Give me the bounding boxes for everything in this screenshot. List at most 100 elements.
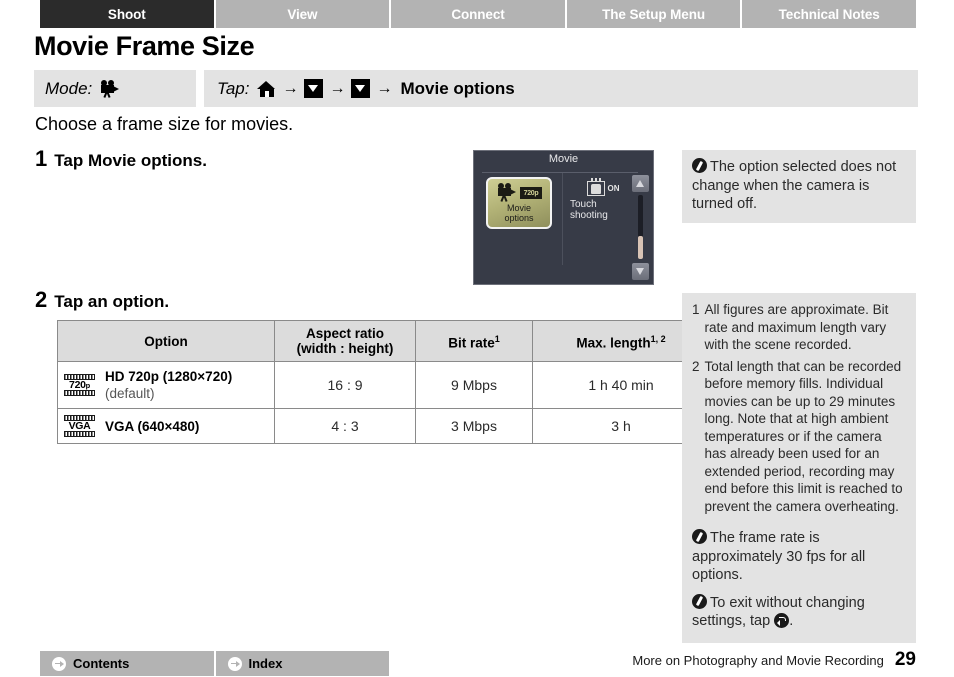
lcd-tile-badge: 720p <box>520 187 542 199</box>
arrow-circle-icon <box>227 656 242 671</box>
tap-target-label: Movie options <box>400 78 515 98</box>
tab-connect[interactable]: Connect <box>391 0 567 28</box>
footnote-2-text: Total length that can be recorded before… <box>704 358 903 514</box>
tap-arrow-3: → <box>376 79 393 97</box>
note-separator <box>692 519 906 529</box>
contents-button[interactable]: Contents <box>40 651 216 676</box>
row-0-bitrate: 9 Mbps <box>415 361 533 409</box>
row-0-option-cell: 720 p HD 720p (1280×720) (default) <box>57 361 275 409</box>
touch-shooting-icon-row: ON <box>586 178 620 196</box>
touch-shooting-state: ON <box>607 184 620 193</box>
footnote-1-number: 1 <box>692 302 700 317</box>
tab-technical-notes[interactable]: Technical Notes <box>742 0 916 28</box>
column-header-bit-rate: Bit rate1 <box>415 320 533 362</box>
tab-the-setup-menu-label: The Setup Menu <box>602 6 705 22</box>
note-framerate-text: The frame rate is approximately 30 fps f… <box>692 530 866 583</box>
scroll-up-triangle-icon[interactable] <box>632 175 649 192</box>
contents-button-label: Contents <box>73 656 130 671</box>
column-header-max-length-sup: 1, 2 <box>650 333 666 344</box>
table-row[interactable]: 720 p HD 720p (1280×720) (default) 16 : 9… <box>57 361 710 409</box>
index-button-label: Index <box>248 656 283 671</box>
movie-camera-icon <box>99 80 120 98</box>
step-1-text: Tap Movie options. <box>54 151 207 171</box>
note-exit: To exit without changing settings, tap . <box>692 593 906 631</box>
lcd-tile-label-line2: options <box>504 213 534 223</box>
lcd-scroll-track[interactable] <box>638 195 643 259</box>
step-1-number: 1 <box>35 146 48 171</box>
row-0-option-sub: (default) <box>105 386 155 401</box>
table-row[interactable]: VGA VGA (640×480) 4 : 3 3 Mbps 3 h <box>57 408 710 444</box>
tab-view[interactable]: View <box>215 0 392 28</box>
footer-page-number: 29 <box>894 649 916 670</box>
table-header: Option Aspect ratio (width : height) Bit… <box>57 320 710 362</box>
footnote-2-number: 2 <box>692 358 700 374</box>
lcd-title: Movie <box>548 153 579 165</box>
lcd-tile-label-line1: Movie <box>506 203 531 213</box>
footer-section-label: More on Photography and Movie Recording <box>632 653 884 668</box>
sidebar-note-bottom: 1 All figures are approximate. Bit rate … <box>682 293 916 643</box>
touch-shooting-icon <box>586 178 605 196</box>
note-top-text: The option selected does not change when… <box>692 159 897 212</box>
movie-frame-size-table: Option Aspect ratio (width : height) Bit… <box>57 320 710 444</box>
table-body: 720 p HD 720p (1280×720) (default) 16 : 9… <box>57 361 710 444</box>
film-strip-vga-icon: VGA <box>64 415 95 437</box>
row-1-bitrate: 3 Mbps <box>415 408 533 444</box>
footnote-list: 1 All figures are approximate. Bit rate … <box>692 301 906 515</box>
row-1-option-name: VGA (640×480) <box>105 418 200 434</box>
footnote-1: 1 All figures are approximate. Bit rate … <box>692 301 906 354</box>
home-icon <box>257 80 276 98</box>
column-header-bit-rate-sup: 1 <box>494 333 500 344</box>
footer-right: More on Photography and Movie Recording … <box>632 649 916 671</box>
tab-the-setup-menu[interactable]: The Setup Menu <box>566 0 743 28</box>
down-arrow-icon-1 <box>304 79 324 98</box>
row-0-icon-text-sub: p <box>85 380 91 390</box>
row-1-option-cell: VGA VGA (640×480) <box>57 408 275 444</box>
scroll-down-triangle-icon[interactable] <box>632 263 649 280</box>
footer-buttons: Contents Index <box>40 651 389 676</box>
note-pencil-icon <box>692 593 707 609</box>
note-top-item: The option selected does not change when… <box>692 158 906 214</box>
intro-text: Choose a frame size for movies. <box>35 114 294 134</box>
top-tab-bar: Shoot View Connect The Setup Menu Techni… <box>40 0 916 28</box>
tab-shoot[interactable]: Shoot <box>40 0 216 28</box>
step-1-prefix: Tap <box>54 151 88 170</box>
footnote-1-text: All figures are approximate. Bit rate an… <box>704 302 889 352</box>
tab-view-label: View <box>287 6 318 22</box>
tap-arrow-2: → <box>329 79 346 97</box>
column-header-option: Option <box>57 320 275 362</box>
tap-box: Tap: → → → Movie options <box>204 70 918 107</box>
back-arrow-icon <box>774 613 790 628</box>
column-header-aspect-ratio: Aspect ratio (width : height) <box>274 320 416 362</box>
tap-label: Tap: <box>217 78 250 98</box>
footnote-2: 2 Total length that can be recorded befo… <box>692 358 906 516</box>
sidebar-note-top: The option selected does not change when… <box>682 150 916 223</box>
note-framerate: The frame rate is approximately 30 fps f… <box>692 529 906 585</box>
mode-tap-bar: Mode: Tap: → → → Movie options <box>34 70 918 107</box>
lcd-divider <box>482 172 638 173</box>
tab-technical-notes-label: Technical Notes <box>778 6 880 22</box>
camera-lcd-screenshot: Movie 720p Movie options ON Touch shooti… <box>473 150 654 285</box>
movie-camera-720p-icon: 720p <box>496 183 542 202</box>
lcd-scrollbar[interactable] <box>632 175 649 280</box>
step-2-text: Tap an option. <box>54 292 169 312</box>
step-1-bold: Movie options <box>87 151 203 170</box>
page-title: Movie Frame Size <box>34 31 255 61</box>
column-header-aspect-line1: Aspect ratio <box>305 326 385 341</box>
tab-shoot-label: Shoot <box>107 6 146 22</box>
note-pencil-icon <box>692 158 707 173</box>
mode-box: Mode: <box>34 70 196 107</box>
lcd-touch-shooting-item[interactable]: ON Touch shooting <box>570 178 636 221</box>
step-2-number: 2 <box>35 287 48 312</box>
row-1-aspect: 4 : 3 <box>274 408 416 444</box>
tab-connect-label: Connect <box>451 6 505 22</box>
note-pencil-icon <box>692 529 707 544</box>
index-button[interactable]: Index <box>215 651 389 676</box>
down-arrow-icon-2 <box>351 79 371 98</box>
step-1-suffix: . <box>202 151 207 170</box>
tap-arrow-1: → <box>282 79 299 97</box>
step-1: 1 Tap Movie options. <box>35 146 207 172</box>
lcd-movie-options-tile[interactable]: 720p Movie options <box>486 177 552 229</box>
lcd-scroll-thumb[interactable] <box>638 236 643 259</box>
mode-label: Mode: <box>45 78 93 98</box>
lcd-touch-shooting-label: Touch shooting <box>570 199 608 221</box>
